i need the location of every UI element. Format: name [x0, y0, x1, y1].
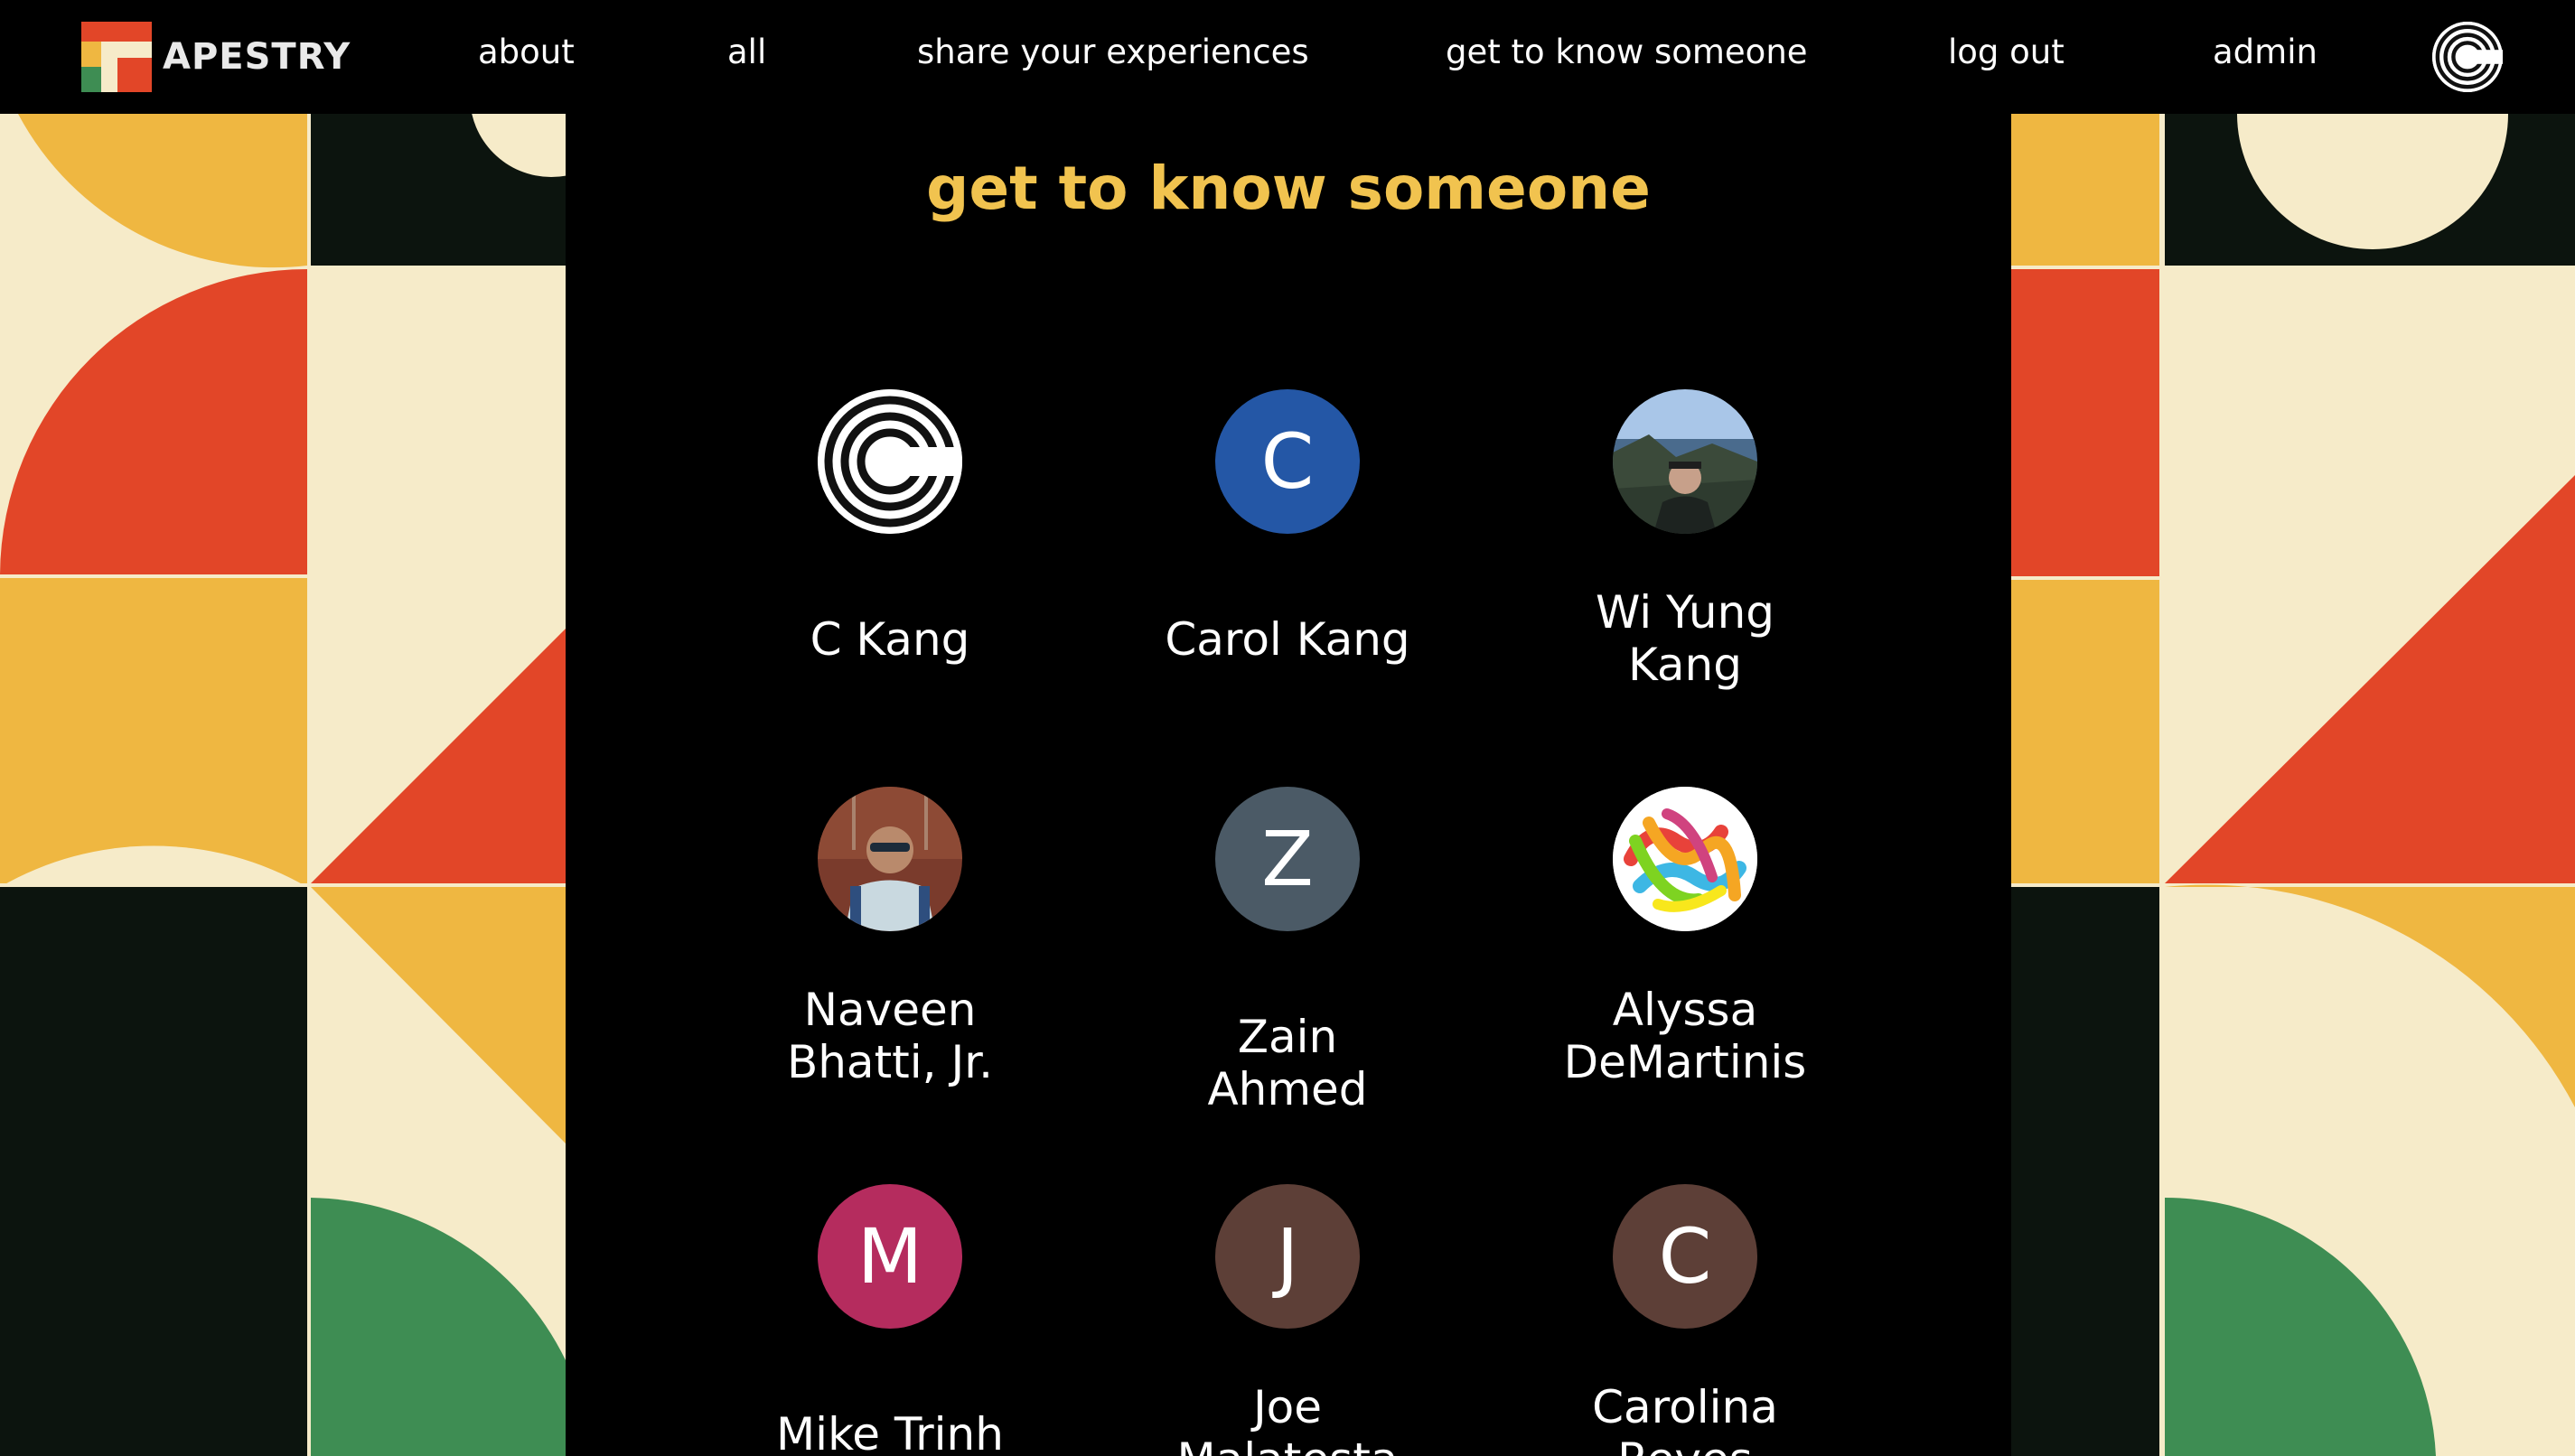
- background-pattern-left: [0, 114, 566, 1456]
- person-name: Alyssa DeMartinis: [1563, 984, 1807, 1088]
- portrait-photo: [818, 787, 962, 931]
- nav-link-all[interactable]: all: [727, 33, 766, 71]
- person-card-naveen-bhatti[interactable]: Naveen Bhatti, Jr.: [754, 787, 1025, 1088]
- avatar: [818, 389, 962, 534]
- tapestry-logo-icon: [81, 22, 152, 92]
- main-content: get to know someone C Kang C Carol Kang: [566, 114, 2011, 1456]
- avatar-letter: J: [1276, 1212, 1299, 1301]
- avatar-letter: C: [1658, 1212, 1712, 1301]
- person-name: C Kang: [810, 613, 970, 666]
- top-navbar: APESTRY about all share your experiences…: [0, 0, 2575, 114]
- avatar: [1613, 389, 1757, 534]
- avatar: M: [818, 1184, 962, 1329]
- person-name: Wi Yung Kang: [1595, 586, 1775, 691]
- person-name: Joe Malatesta: [1177, 1381, 1399, 1456]
- nav-link-get-to-know-someone[interactable]: get to know someone: [1446, 33, 1808, 71]
- person-card-wi-yung-kang[interactable]: Wi Yung Kang: [1550, 389, 1821, 691]
- person-name: Zain Ahmed: [1207, 1011, 1368, 1115]
- avatar: J: [1215, 1184, 1360, 1329]
- nav-link-log-out[interactable]: log out: [1948, 33, 2065, 71]
- avatar: C: [1215, 389, 1360, 534]
- person-card-c-kang[interactable]: C Kang: [754, 389, 1025, 666]
- avatar: C: [1613, 1184, 1757, 1329]
- person-name: Mike Trinh: [776, 1408, 1004, 1456]
- brand-name: APESTRY: [163, 36, 351, 78]
- avatar: [818, 787, 962, 931]
- background-pattern-right: [2011, 114, 2575, 1456]
- avatar: Z: [1215, 787, 1360, 931]
- avatar-letter: Z: [1261, 815, 1314, 903]
- c-logo-icon: [2432, 22, 2505, 92]
- coastal-photo: [1613, 389, 1757, 534]
- user-avatar-button[interactable]: [2432, 22, 2505, 92]
- nav-link-about[interactable]: about: [478, 33, 575, 71]
- person-card-carolina-reyes[interactable]: C Carolina Reyes: [1550, 1184, 1821, 1456]
- avatar-letter: C: [1260, 417, 1315, 506]
- avatar: [1613, 787, 1757, 931]
- person-name: Carol Kang: [1165, 613, 1410, 666]
- person-card-mike-trinh[interactable]: M Mike Trinh: [754, 1184, 1025, 1456]
- gummy-worms-photo: [1613, 787, 1757, 931]
- nav-link-admin[interactable]: admin: [2213, 33, 2318, 71]
- c-logo-icon: [818, 389, 962, 534]
- page-title: get to know someone: [926, 154, 1651, 223]
- person-name: Carolina Reyes: [1592, 1381, 1778, 1456]
- nav-link-share-experiences[interactable]: share your experiences: [917, 33, 1309, 71]
- person-card-joe-malatesta[interactable]: J Joe Malatesta: [1152, 1184, 1423, 1456]
- person-name: Naveen Bhatti, Jr.: [786, 984, 994, 1088]
- person-card-zain-ahmed[interactable]: Z Zain Ahmed: [1152, 787, 1423, 1115]
- brand-logo[interactable]: APESTRY: [81, 22, 351, 92]
- person-card-carol-kang[interactable]: C Carol Kang: [1152, 389, 1423, 666]
- person-card-alyssa-demartinis[interactable]: Alyssa DeMartinis: [1550, 787, 1821, 1088]
- avatar-letter: M: [857, 1212, 923, 1301]
